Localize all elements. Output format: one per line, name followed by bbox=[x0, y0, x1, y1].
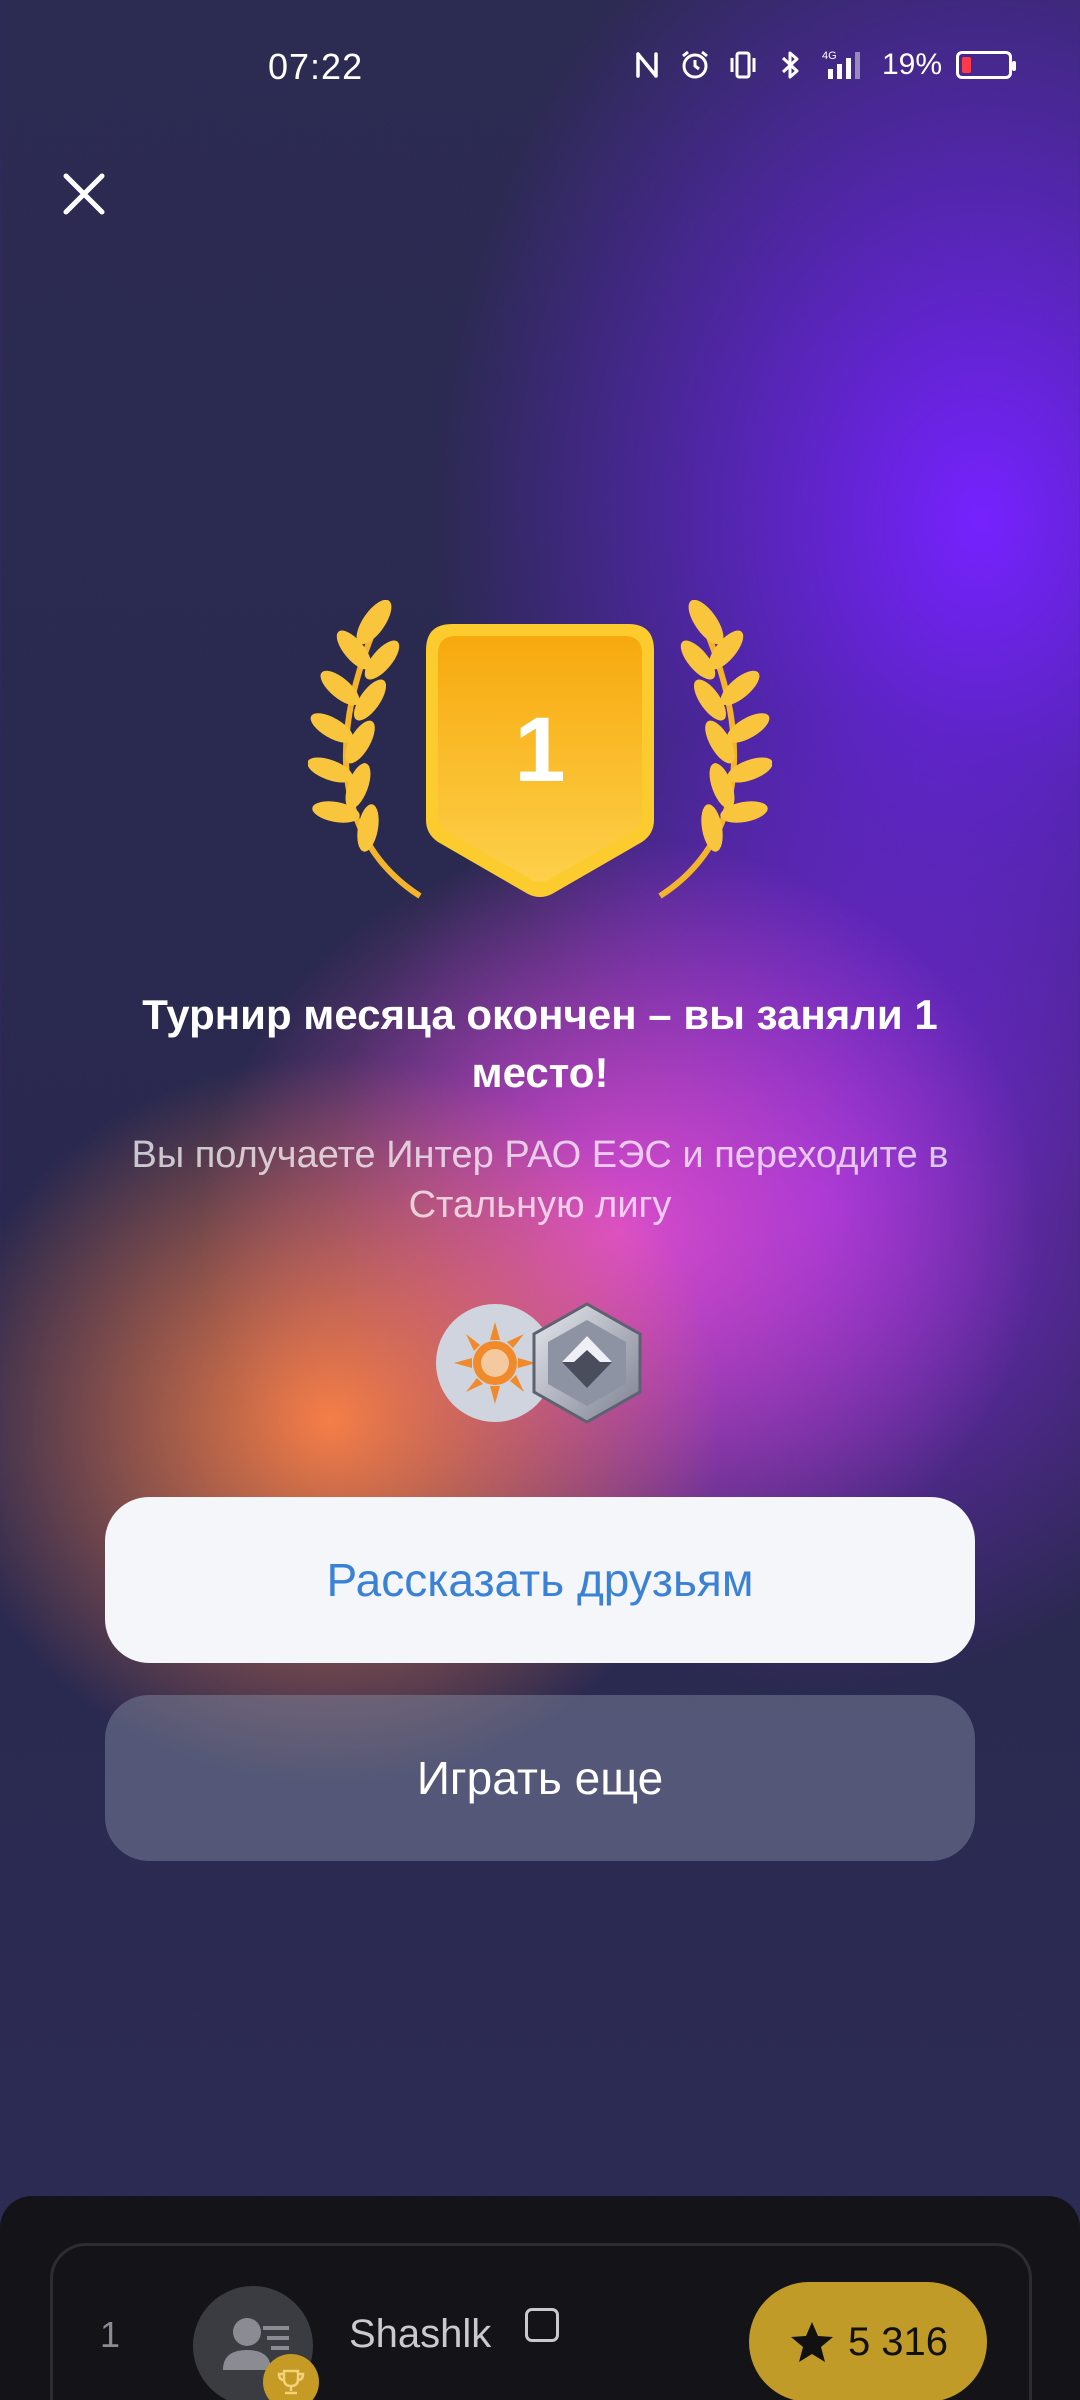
nfc-icon bbox=[630, 48, 664, 82]
score-value: 5 316 bbox=[847, 2319, 949, 2364]
result-subtitle: Вы получаете Интер РАО ЕЭС и переходите … bbox=[131, 1134, 949, 1226]
leaderboard-rank: 1 bbox=[100, 2314, 121, 2355]
status-bar: 07:22 4G 19% bbox=[0, 0, 1080, 130]
steel-league-icon bbox=[528, 1300, 646, 1426]
place-trophy: 1 bbox=[290, 600, 790, 920]
vibrate-icon bbox=[726, 48, 760, 82]
play-again-button[interactable]: Играть еще bbox=[105, 1695, 975, 1861]
battery-icon bbox=[956, 51, 1016, 79]
leaderboard-row[interactable]: 1 Shashlk 5 316 bbox=[50, 2243, 1032, 2400]
place-badge: 1 bbox=[422, 620, 658, 900]
status-time: 07:22 bbox=[268, 46, 364, 87]
result-title: Турнир месяца окончен – вы заняли 1 мест… bbox=[142, 991, 938, 1096]
player-name: Shashlk bbox=[349, 2312, 492, 2356]
close-icon bbox=[63, 173, 105, 215]
share-with-friends-button[interactable]: Рассказать друзьям bbox=[105, 1497, 975, 1663]
place-number: 1 bbox=[514, 699, 566, 801]
signal-icon: 4G bbox=[822, 48, 868, 82]
flag-icon bbox=[525, 2308, 559, 2342]
close-button[interactable] bbox=[50, 160, 118, 228]
laurel-left-icon bbox=[308, 600, 422, 899]
battery-percent: 19% bbox=[881, 48, 942, 81]
rewards bbox=[436, 1302, 646, 1424]
bluetooth-icon bbox=[774, 48, 808, 82]
status-icons: 4G 19% bbox=[630, 48, 1016, 82]
network-type: 4G bbox=[822, 50, 837, 62]
alarm-icon bbox=[678, 48, 712, 82]
laurel-right-icon bbox=[658, 600, 772, 899]
star-icon bbox=[790, 2322, 833, 2362]
score-badge: 5 316 bbox=[749, 2282, 987, 2400]
